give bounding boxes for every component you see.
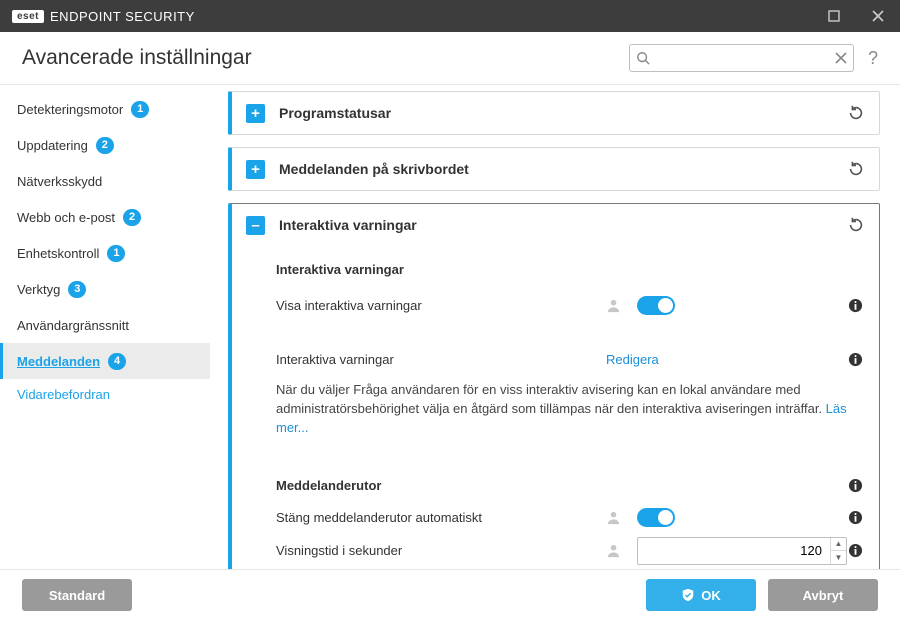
row-close-msgbox-auto: Stäng meddelanderutor automatiskt	[276, 502, 863, 534]
info-icon[interactable]	[848, 543, 863, 558]
page-header: Avancerade inställningar ?	[0, 32, 900, 84]
reset-icon[interactable]	[847, 104, 865, 122]
display-time-input[interactable]	[638, 538, 830, 564]
interactive-alerts-description: När du väljer Fråga användaren för en vi…	[276, 381, 863, 438]
info-icon[interactable]	[848, 510, 863, 525]
row-edit-interactive-alerts: Interaktiva varningar Redigera	[276, 343, 863, 375]
sidebar-item-label: Uppdatering	[17, 138, 88, 153]
sidebar-badge: 1	[107, 245, 125, 262]
panel-header[interactable]: + Programstatusar	[232, 92, 879, 134]
sidebar-badge: 2	[96, 137, 114, 154]
panel-header[interactable]: + Meddelanden på skrivbordet	[232, 148, 879, 190]
sidebar-item-label: Webb och e-post	[17, 210, 115, 225]
window-controls	[812, 0, 900, 32]
reset-icon[interactable]	[847, 160, 865, 178]
sidebar-item-label: Användargränssnitt	[17, 318, 129, 333]
app-brand: eset ENDPOINT SECURITY	[12, 9, 195, 24]
default-button[interactable]: Standard	[22, 579, 132, 611]
display-time-stepper: ▲ ▼	[637, 537, 847, 565]
sidebar-item-label: Verktyg	[17, 282, 60, 297]
ok-label: OK	[701, 588, 721, 603]
reset-icon[interactable]	[847, 216, 865, 234]
collapse-icon: –	[246, 216, 265, 235]
brand-badge: eset	[12, 10, 44, 23]
search-input[interactable]	[629, 44, 854, 72]
sidebar-item-web-email[interactable]: Webb och e-post 2	[0, 199, 210, 235]
panel-title: Meddelanden på skrivbordet	[279, 161, 469, 177]
user-icon	[606, 543, 621, 558]
sidebar-item-label: Vidarebefordran	[17, 387, 110, 402]
info-icon[interactable]	[848, 298, 863, 313]
page-title: Avancerade inställningar	[22, 46, 252, 70]
stepper-down-icon[interactable]: ▼	[831, 551, 846, 564]
sidebar-item-label: Meddelanden	[17, 354, 100, 369]
sidebar-item-label: Enhetskontroll	[17, 246, 99, 261]
sidebar-badge: 4	[108, 353, 126, 370]
sidebar-item-notifications[interactable]: Meddelanden 4	[0, 343, 210, 379]
sidebar-item-ui[interactable]: Användargränssnitt	[0, 307, 210, 343]
row-label: Visningstid i sekunder	[276, 543, 606, 558]
help-button[interactable]: ?	[868, 48, 878, 69]
panel-body: Interaktiva varningar Visa interaktiva v…	[232, 246, 879, 569]
info-icon[interactable]	[848, 478, 863, 493]
section-title-interactive-alerts: Interaktiva varningar	[276, 262, 863, 277]
sidebar-badge: 2	[123, 209, 141, 226]
sidebar-item-update[interactable]: Uppdatering 2	[0, 127, 210, 163]
window-close-button[interactable]	[856, 0, 900, 32]
panel-interactive-alerts: – Interaktiva varningar Interaktiva varn…	[228, 203, 880, 569]
panel-desktop-notifications: + Meddelanden på skrivbordet	[228, 147, 880, 191]
content-area: + Programstatusar + Meddelanden på skriv…	[218, 85, 900, 569]
sidebar-item-label: Detekteringsmotor	[17, 102, 123, 117]
body: Detekteringsmotor 1 Uppdatering 2 Nätver…	[0, 84, 900, 569]
expand-icon: +	[246, 104, 265, 123]
panel-title: Interaktiva varningar	[279, 217, 417, 233]
toggle-show-interactive-alerts[interactable]	[637, 296, 675, 315]
row-label: Interaktiva varningar	[276, 352, 606, 367]
row-show-interactive-alerts: Visa interaktiva varningar	[276, 289, 863, 321]
user-icon	[606, 298, 621, 313]
row-label: Stäng meddelanderutor automatiskt	[276, 510, 606, 525]
panel-title: Programstatusar	[279, 105, 391, 121]
sidebar-item-detection-engine[interactable]: Detekteringsmotor 1	[0, 91, 210, 127]
edit-interactive-alerts-link[interactable]: Redigera	[606, 352, 659, 367]
cancel-button[interactable]: Avbryt	[768, 579, 878, 611]
row-message-boxes-title: Meddelanderutor	[276, 470, 863, 502]
stepper-up-icon[interactable]: ▲	[831, 538, 846, 552]
ok-button[interactable]: OK	[646, 579, 756, 611]
sidebar: Detekteringsmotor 1 Uppdatering 2 Nätver…	[0, 85, 218, 569]
search-icon	[636, 51, 650, 65]
row-confirmation-message: Bekräftelsemeddelande Redigera	[276, 568, 863, 570]
sidebar-item-device-control[interactable]: Enhetskontroll 1	[0, 235, 210, 271]
info-icon[interactable]	[848, 352, 863, 367]
panel-application-statuses: + Programstatusar	[228, 91, 880, 135]
sidebar-item-label: Nätverksskydd	[17, 174, 102, 189]
sidebar-item-forwarding[interactable]: Vidarebefordran	[0, 379, 210, 409]
search-clear-icon[interactable]	[835, 52, 847, 64]
user-icon	[606, 510, 621, 525]
row-label: Visa interaktiva varningar	[276, 298, 606, 313]
window-maximize-button[interactable]	[812, 0, 856, 32]
footer: Standard OK Avbryt	[0, 569, 900, 620]
section-title-message-boxes: Meddelanderutor	[276, 478, 381, 493]
panel-header[interactable]: – Interaktiva varningar	[232, 204, 879, 246]
row-display-time: Visningstid i sekunder ▲ ▼	[276, 534, 863, 568]
sidebar-item-network[interactable]: Nätverksskydd	[0, 163, 210, 199]
titlebar: eset ENDPOINT SECURITY	[0, 0, 900, 32]
sidebar-item-tools[interactable]: Verktyg 3	[0, 271, 210, 307]
shield-icon	[681, 588, 695, 602]
expand-icon: +	[246, 160, 265, 179]
search-box	[629, 44, 854, 72]
toggle-close-msgbox-auto[interactable]	[637, 508, 675, 527]
sidebar-badge: 3	[68, 281, 86, 298]
sidebar-badge: 1	[131, 101, 149, 118]
brand-name: ENDPOINT SECURITY	[50, 9, 195, 24]
